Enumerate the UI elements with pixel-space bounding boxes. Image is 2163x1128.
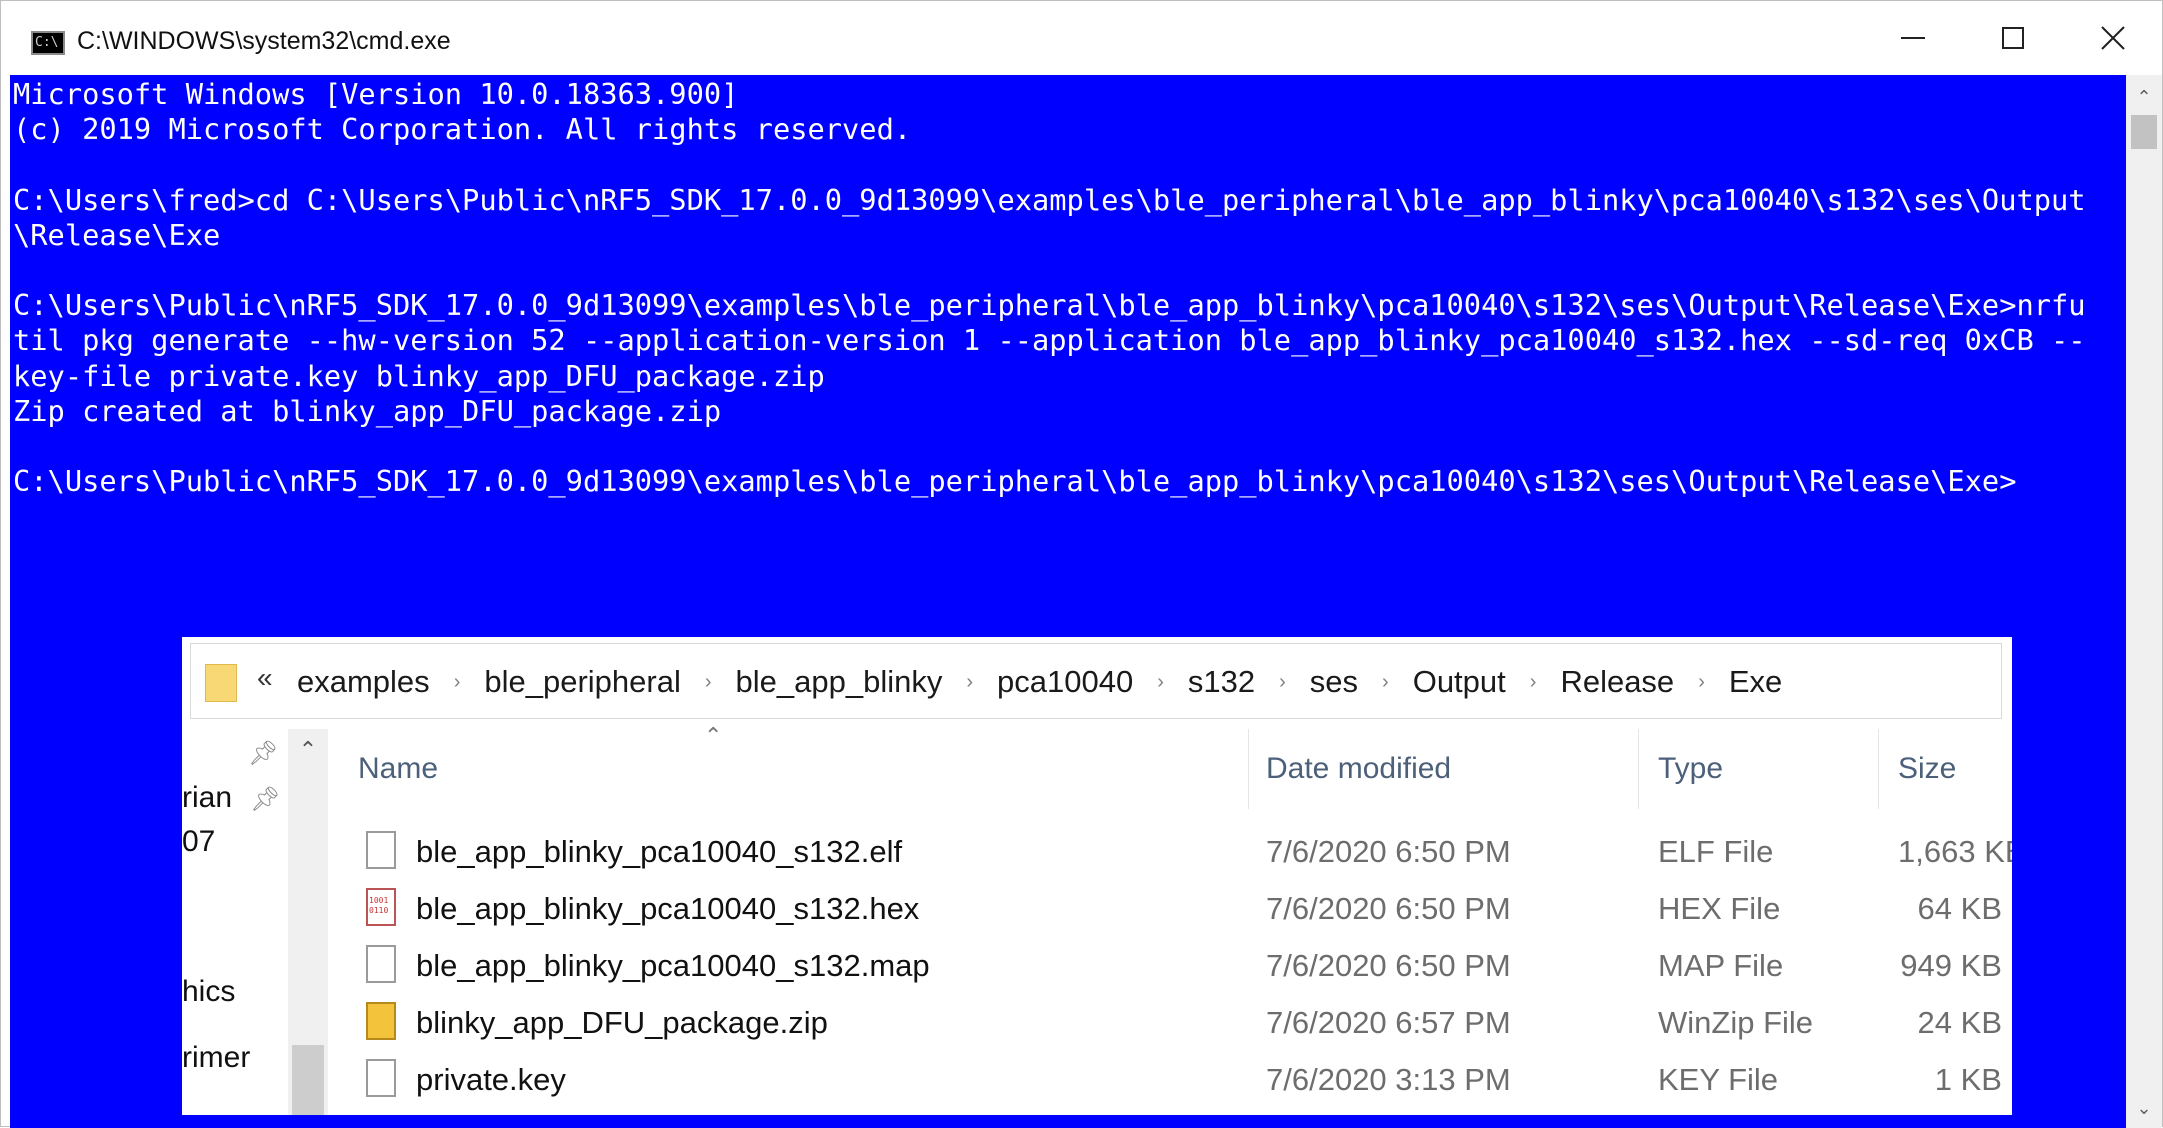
file-size: 1,663 KB	[1898, 834, 2012, 869]
chevron-right-icon[interactable]: ›	[1261, 671, 1304, 694]
close-icon	[2101, 26, 2125, 50]
scroll-thumb[interactable]	[2131, 115, 2157, 149]
breadcrumb-item-ble-app-blinky[interactable]: ble_app_blinky	[730, 664, 949, 700]
column-header-date[interactable]: Date modified	[1266, 729, 1451, 809]
title-bar[interactable]: C:\ C:\WINDOWS\system32\cmd.exe	[1, 1, 2162, 75]
column-header-name[interactable]: Name	[358, 729, 438, 809]
file-size: 949 KB	[1900, 948, 2002, 983]
file-name: ble_app_blinky_pca10040_s132.hex	[416, 891, 920, 926]
console-line: til pkg generate --hw-version 52 --appli…	[13, 323, 2086, 358]
file-date: 7/6/2020 6:50 PM	[1266, 948, 1511, 983]
file-date: 7/6/2020 3:13 PM	[1266, 1062, 1511, 1097]
file-date: 7/6/2020 6:57 PM	[1266, 1005, 1511, 1040]
maximize-button[interactable]	[1963, 1, 2063, 75]
chevron-right-icon[interactable]: ›	[948, 671, 991, 694]
console-line: Zip created at blinky_app_DFU_package.zi…	[13, 393, 722, 428]
console-line: (c) 2019 Microsoft Corporation. All righ…	[13, 112, 912, 147]
breadcrumb-item-ses[interactable]: ses	[1304, 664, 1364, 700]
console-line: key-file private.key blinky_app_DFU_pack…	[13, 358, 825, 393]
nav-item[interactable]: hics	[182, 975, 235, 1009]
file-type: WinZip File	[1658, 1005, 1814, 1040]
table-row[interactable]: blinky_app_DFU_package.zip 7/6/2020 6:57…	[358, 994, 2012, 1051]
zip-file-icon	[366, 1002, 396, 1040]
breadcrumb: examples › ble_peripheral › ble_app_blin…	[291, 644, 1788, 720]
nav-pane-scrollbar[interactable]: ⌃	[288, 729, 328, 1115]
chevron-right-icon[interactable]: ›	[687, 671, 730, 694]
scroll-up-icon[interactable]: ⌃	[2126, 79, 2162, 115]
console-line: C:\Users\Public\nRF5_SDK_17.0.0_9d13099\…	[13, 464, 2017, 499]
file-date: 7/6/2020 6:50 PM	[1266, 891, 1511, 926]
document-icon	[366, 831, 396, 869]
scroll-down-icon[interactable]: ⌄	[2126, 1090, 2162, 1126]
column-divider[interactable]	[1878, 729, 1879, 809]
nav-item[interactable]: rian	[182, 781, 232, 815]
pin-icon: 📌︎	[250, 786, 281, 813]
sort-ascending-icon: ⌃	[704, 723, 723, 748]
explorer-screenshot: « examples › ble_peripheral › ble_app_bl…	[182, 637, 2012, 1115]
column-header-type[interactable]: Type	[1658, 729, 1723, 809]
breadcrumb-item-pca10040[interactable]: pca10040	[991, 664, 1139, 700]
chevron-right-icon[interactable]: ›	[1512, 671, 1555, 694]
console-line: C:\Users\Public\nRF5_SDK_17.0.0_9d13099\…	[13, 288, 2086, 323]
file-type: MAP File	[1658, 948, 1784, 983]
console-scrollbar[interactable]: ⌃ ⌄	[2126, 75, 2162, 1128]
breadcrumb-item-ble-peripheral[interactable]: ble_peripheral	[478, 664, 686, 700]
breadcrumb-overflow-icon[interactable]: «	[257, 662, 273, 694]
file-name: blinky_app_DFU_package.zip	[416, 1005, 828, 1040]
chevron-up-icon[interactable]: ⌃	[288, 737, 328, 767]
cmd-window: C:\ C:\WINDOWS\system32\cmd.exe Microsof…	[0, 0, 2163, 1128]
maximize-icon	[2002, 27, 2024, 49]
close-button[interactable]	[2063, 1, 2163, 75]
chevron-right-icon[interactable]: ›	[1680, 671, 1723, 694]
console-line: \Release\Exe	[13, 217, 221, 252]
file-type: ELF File	[1658, 834, 1774, 869]
table-row[interactable]: ble_app_blinky_pca10040_s132.elf 7/6/202…	[358, 823, 2012, 880]
console-line: C:\Users\fred>cd C:\Users\Public\nRF5_SD…	[13, 182, 2086, 217]
address-bar[interactable]: « examples › ble_peripheral › ble_app_bl…	[190, 643, 2002, 719]
window-title: C:\WINDOWS\system32\cmd.exe	[77, 27, 451, 55]
breadcrumb-item-output[interactable]: Output	[1407, 664, 1512, 700]
file-size: 1 KB	[1934, 1062, 2002, 1097]
minimize-icon	[1901, 37, 1925, 39]
console-line: Microsoft Windows [Version 10.0.18363.90…	[13, 77, 739, 111]
file-type: HEX File	[1658, 891, 1781, 926]
table-row[interactable]: ble_app_blinky_pca10040_s132.hex 7/6/202…	[358, 880, 2012, 937]
file-name: ble_app_blinky_pca10040_s132.map	[416, 948, 930, 983]
file-date: 7/6/2020 6:50 PM	[1266, 834, 1511, 869]
breadcrumb-item-s132[interactable]: s132	[1182, 664, 1261, 700]
column-divider[interactable]	[1248, 729, 1249, 809]
nav-item[interactable]: rimer	[182, 1041, 250, 1075]
breadcrumb-item-exe[interactable]: Exe	[1723, 664, 1788, 700]
table-row[interactable]: ble_app_blinky_pca10040_s132.map 7/6/202…	[358, 937, 2012, 994]
document-icon	[366, 1059, 396, 1097]
hex-file-icon	[366, 888, 396, 926]
console-text: Microsoft Windows [Version 10.0.18363.90…	[13, 77, 2086, 499]
minimize-button[interactable]	[1863, 1, 1963, 75]
chevron-right-icon[interactable]: ›	[1139, 671, 1182, 694]
document-icon	[366, 945, 396, 983]
chevron-right-icon[interactable]: ›	[436, 671, 479, 694]
breadcrumb-item-examples[interactable]: examples	[291, 664, 436, 700]
breadcrumb-item-release[interactable]: Release	[1554, 664, 1680, 700]
column-divider[interactable]	[1638, 729, 1639, 809]
scroll-thumb[interactable]	[292, 1045, 324, 1115]
column-header-size[interactable]: Size	[1898, 729, 1956, 809]
file-size: 64 KB	[1917, 891, 2002, 926]
file-name: ble_app_blinky_pca10040_s132.elf	[416, 834, 903, 869]
pin-icon: 📌︎	[248, 740, 279, 767]
file-type: KEY File	[1658, 1062, 1779, 1097]
file-size: 24 KB	[1917, 1005, 2002, 1040]
chevron-right-icon[interactable]: ›	[1364, 671, 1407, 694]
cmd-icon: C:\	[31, 31, 65, 55]
console-output[interactable]: Microsoft Windows [Version 10.0.18363.90…	[10, 75, 2126, 1128]
table-row[interactable]: private.key 7/6/2020 3:13 PM KEY File 1 …	[358, 1051, 2012, 1108]
folder-icon	[205, 664, 237, 702]
nav-item[interactable]: 07	[182, 825, 215, 859]
file-name: private.key	[416, 1062, 566, 1097]
navigation-pane: 📌︎ rian 📌︎ 07 hics rimer ⌃	[182, 729, 328, 1115]
file-list: ⌃ Name Date modified Type Size ble_app_b…	[358, 723, 2012, 1115]
